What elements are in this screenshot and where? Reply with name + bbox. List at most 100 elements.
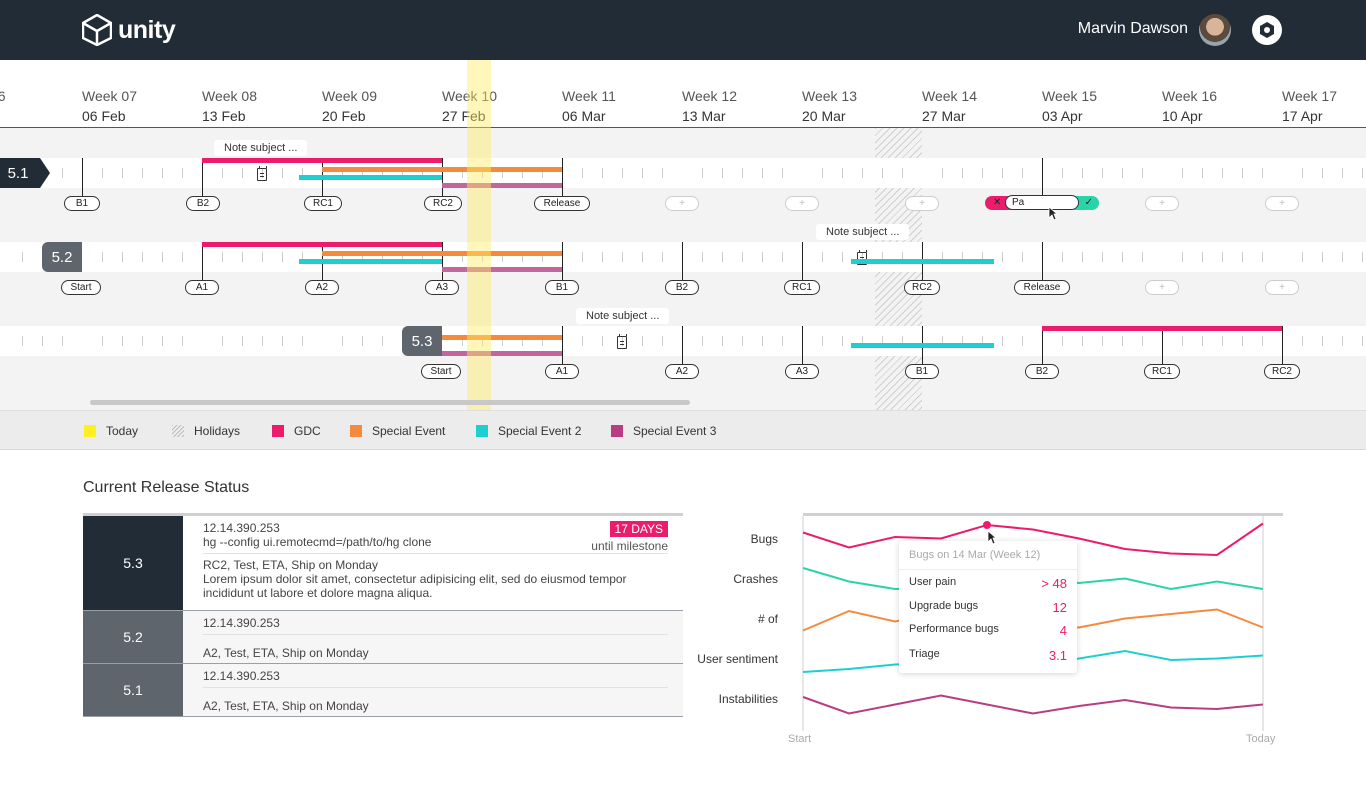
milestone-pill[interactable]: B1 — [64, 196, 100, 211]
hovered-data-point[interactable] — [983, 521, 991, 529]
lane-grid-tick — [582, 168, 583, 178]
milestone-line — [802, 242, 803, 280]
add-milestone-button[interactable]: + — [665, 196, 699, 211]
lane-grid-tick — [1242, 168, 1243, 178]
settings-button[interactable] — [1252, 15, 1282, 45]
legend-item-special-event-3[interactable]: Special Event 3 — [611, 424, 716, 438]
milestone-pill[interactable]: RC2 — [904, 280, 940, 295]
tooltip-value: > 48 — [1041, 576, 1067, 591]
add-milestone-button[interactable]: + — [1145, 280, 1179, 295]
add-milestone-button[interactable]: + — [905, 196, 939, 211]
note-label[interactable]: Note subject ... — [214, 140, 308, 156]
status-description: Lorem ipsum dolor sit amet, consectetur … — [203, 572, 627, 600]
gdc-bar[interactable] — [202, 242, 442, 247]
milestone-pill[interactable]: Release — [534, 196, 590, 211]
week-column: Week 17 17 Apr — [1282, 86, 1366, 126]
lane-grid-tick — [282, 336, 283, 346]
week-label: Week 08 — [202, 88, 257, 104]
lane-grid-tick — [1302, 168, 1303, 178]
milestone-pill[interactable]: A2 — [305, 280, 339, 295]
milestone-pill[interactable]: Release — [1014, 280, 1070, 295]
release-timeline[interactable]: 06 Week 0706 Feb Week 0813 Feb Week 0920… — [0, 60, 1366, 410]
special-event-2-bar[interactable] — [851, 259, 994, 264]
lane-grid-tick — [1302, 336, 1303, 346]
milestone-pill[interactable]: A3 — [425, 280, 459, 295]
lane-grid-tick — [242, 168, 243, 178]
lane-grid-tick — [1142, 168, 1143, 178]
gdc-bar[interactable] — [1042, 326, 1282, 331]
add-milestone-button[interactable]: + — [785, 196, 819, 211]
gdc-bar[interactable] — [202, 158, 442, 163]
legend-item-special-event[interactable]: Special Event — [350, 424, 445, 438]
status-row[interactable]: 5.2 12.14.390.253 A2, Test, ETA, Ship on… — [83, 611, 683, 664]
week-label: Week 11 — [562, 88, 616, 104]
milestone-pill[interactable]: RC2 — [424, 196, 462, 211]
legend-item-today[interactable]: Today — [84, 424, 138, 438]
milestone-pill[interactable]: RC2 — [1264, 364, 1300, 379]
version-tag-5-2[interactable]: 5.2 — [42, 242, 82, 272]
gear-icon — [1260, 22, 1274, 38]
milestone-pill[interactable]: B1 — [905, 364, 939, 379]
week-date: 13 Mar — [682, 108, 726, 124]
user-name[interactable]: Marvin Dawson — [1078, 20, 1188, 38]
version-tag-5-3[interactable]: 5.3 — [402, 326, 442, 356]
user-avatar[interactable] — [1199, 14, 1231, 46]
mouse-cursor-icon — [1048, 206, 1058, 221]
legend-item-gdc[interactable]: GDC — [272, 424, 321, 438]
lane-grid-tick — [882, 168, 883, 178]
tooltip-label: Triage — [909, 648, 940, 660]
milestone-pill[interactable]: Start — [421, 364, 461, 379]
add-milestone-button[interactable]: + — [1145, 196, 1179, 211]
legend-item-holidays[interactable]: Holidays — [172, 424, 240, 438]
note-icon[interactable] — [257, 166, 267, 181]
milestone-pill[interactable]: RC1 — [784, 280, 820, 295]
milestone-name-input[interactable]: Pa — [1005, 195, 1079, 210]
lane-grid-tick — [1102, 252, 1103, 262]
special-event-bar[interactable] — [442, 335, 562, 340]
lane-grid-tick — [142, 168, 143, 178]
lane-grid-tick — [102, 252, 103, 262]
status-row[interactable]: 5.3 12.14.390.253 hg --config ui.remotec… — [83, 516, 683, 611]
note-icon[interactable] — [617, 334, 627, 349]
add-milestone-button[interactable]: + — [1265, 196, 1299, 211]
special-event-bar[interactable] — [322, 251, 562, 256]
special-event-bar[interactable] — [322, 167, 562, 172]
until-milestone-label: until milestone — [591, 539, 668, 553]
series-line-instabilities[interactable] — [802, 694, 1264, 715]
milestone-pill[interactable]: A1 — [185, 280, 219, 295]
note-label[interactable]: Note subject ... — [576, 308, 670, 324]
milestone-pill[interactable]: A3 — [785, 364, 819, 379]
version-tag-5-1[interactable]: 5.1 — [0, 158, 50, 188]
milestone-pill[interactable]: B1 — [545, 280, 579, 295]
add-milestone-button[interactable]: + — [1265, 280, 1299, 295]
milestone-pill[interactable]: A2 — [665, 364, 699, 379]
milestone-pill[interactable]: B2 — [1025, 364, 1059, 379]
lane-grid-tick — [1342, 252, 1343, 262]
lane-grid-tick — [1062, 168, 1063, 178]
week-label: Week 10 — [442, 88, 497, 104]
milestone-pill[interactable]: Start — [61, 280, 101, 295]
milestone-edit-field[interactable]: ✕ ✓ Pa — [985, 195, 1099, 211]
milestone-pill[interactable]: A1 — [545, 364, 579, 379]
unity-logo[interactable]: unity — [82, 14, 176, 46]
special-event-3-bar[interactable] — [442, 351, 562, 356]
lane-grid-tick — [602, 252, 603, 262]
special-event-2-bar[interactable] — [299, 259, 442, 264]
milestone-pill[interactable]: B2 — [665, 280, 699, 295]
special-event-2-bar[interactable] — [851, 343, 994, 348]
horizontal-scrollbar[interactable] — [90, 400, 690, 405]
lane-grid-tick — [642, 336, 643, 346]
lane-grid-tick — [822, 168, 823, 178]
status-row[interactable]: 5.1 12.14.390.253 A2, Test, ETA, Ship on… — [83, 664, 683, 717]
special-event-2-bar[interactable] — [299, 175, 442, 180]
lane-grid-tick — [1182, 336, 1183, 346]
status-version: 5.1 — [83, 664, 183, 716]
milestone-pill[interactable]: RC1 — [1144, 364, 1180, 379]
lane-grid-tick — [362, 336, 363, 346]
special-event-3-bar[interactable] — [442, 183, 562, 188]
milestone-pill[interactable]: RC1 — [304, 196, 342, 211]
milestone-pill[interactable]: B2 — [186, 196, 220, 211]
legend-item-special-event-2[interactable]: Special Event 2 — [476, 424, 581, 438]
special-event-3-bar[interactable] — [442, 267, 562, 272]
note-label[interactable]: Note subject ... — [816, 224, 910, 240]
